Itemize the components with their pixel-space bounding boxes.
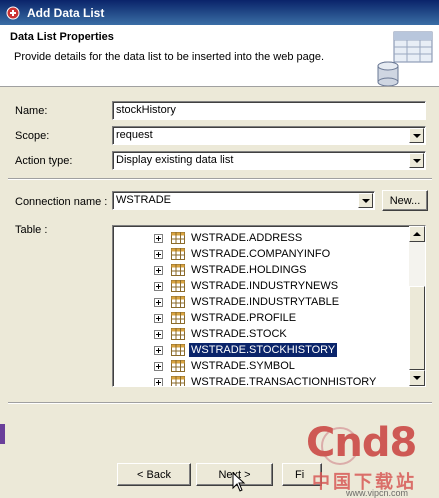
action-type-value: Display existing data list [116,154,234,166]
tree-item-label: WSTRADE.TRANSACTIONHISTORY [191,376,377,387]
connection-name-label: Connection name : [15,196,108,208]
table-icon [171,264,185,276]
connection-name-value: WSTRADE [116,194,171,206]
tree-item[interactable]: WSTRADE.PROFILE [113,310,409,326]
wizard-header: Data List Properties Provide details for… [0,25,439,87]
table-icon [171,328,185,340]
tree-item-label: WSTRADE.PROFILE [191,312,297,324]
page-description: Provide details for the data list to be … [14,51,325,63]
separator [8,402,432,404]
tree-item[interactable]: WSTRADE.COMPANYINFO [113,246,409,262]
table-tree-rows: WSTRADE.ADDRESS WSTRADE.COMPANYINFO WSTRAD… [113,230,409,387]
table-label: Table : [15,224,48,236]
tree-scrollbar[interactable] [409,226,425,386]
expand-plus-icon[interactable] [154,266,163,275]
tree-item-label: WSTRADE.HOLDINGS [191,264,307,276]
window-title: Add Data List [27,5,105,20]
tree-item[interactable]: WSTRADE.STOCK [113,326,409,342]
scope-value: request [116,129,153,141]
tree-item[interactable]: WSTRADE.HOLDINGS [113,262,409,278]
chevron-down-icon[interactable] [409,153,424,168]
expand-plus-icon[interactable] [154,330,163,339]
table-tree[interactable]: WSTRADE.ADDRESS WSTRADE.COMPANYINFO WSTRAD… [112,225,426,387]
table-icon [171,232,185,244]
scope-label: Scope: [15,130,50,142]
tree-item-label: WSTRADE.COMPANYINFO [191,248,331,260]
name-input[interactable]: stockHistory [112,101,426,120]
expand-plus-icon[interactable] [154,346,163,355]
separator [8,178,432,180]
scroll-down-icon[interactable] [409,370,425,386]
connection-name-select[interactable]: WSTRADE [112,191,375,210]
tree-item-label: WSTRADE.STOCKHISTORY [187,342,339,358]
scroll-thumb[interactable] [409,286,425,370]
table-icon [171,344,185,356]
background-window-fragment [0,424,5,444]
table-icon [171,280,185,292]
window-titlebar: Add Data List [0,0,439,25]
name-label: Name: [15,105,48,117]
expand-plus-icon[interactable] [154,298,163,307]
expand-plus-icon[interactable] [154,250,163,259]
expand-plus-icon[interactable] [154,282,163,291]
action-type-select[interactable]: Display existing data list [112,151,426,170]
chevron-down-icon[interactable] [409,128,424,143]
mouse-pointer-icon [232,472,246,492]
tree-item-label: WSTRADE.ADDRESS [191,232,303,244]
app-icon [4,4,22,22]
scroll-up-icon[interactable] [409,226,425,242]
table-icon [171,248,185,260]
page-title: Data List Properties [10,31,114,43]
tree-item-label: WSTRADE.INDUSTRYTABLE [191,296,340,308]
scope-select[interactable]: request [112,126,426,145]
tree-item-label: WSTRADE.INDUSTRYNEWS [191,280,339,292]
tree-item[interactable]: WSTRADE.ADDRESS [113,230,409,246]
new-connection-button[interactable]: New... [382,190,428,211]
tree-item[interactable]: WSTRADE.INDUSTRYNEWS [113,278,409,294]
tree-item[interactable]: WSTRADE.SYMBOL [113,358,409,374]
table-icon [171,376,185,386]
table-icon [171,360,185,372]
back-button[interactable]: < Back [117,463,191,486]
tree-item-label: WSTRADE.STOCK [191,328,287,340]
expand-plus-icon[interactable] [154,378,163,386]
chevron-down-icon[interactable] [358,193,373,208]
watermark-logo: Cnd8 中国下载站 www.vipcn.com [300,420,439,498]
table-icon [171,296,185,308]
expand-plus-icon[interactable] [154,314,163,323]
watermark-brand: Cnd8 [306,420,417,466]
database-table-icon [377,31,433,86]
tree-item[interactable]: WSTRADE.TRANSACTIONHISTORY [113,374,409,387]
tree-item-label: WSTRADE.SYMBOL [191,360,295,372]
expand-plus-icon[interactable] [154,362,163,371]
table-icon [171,312,185,324]
expand-plus-icon[interactable] [154,234,163,243]
tree-item[interactable]: WSTRADE.STOCKHISTORY [113,342,409,358]
action-type-label: Action type: [15,155,73,167]
tree-item[interactable]: WSTRADE.INDUSTRYTABLE [113,294,409,310]
